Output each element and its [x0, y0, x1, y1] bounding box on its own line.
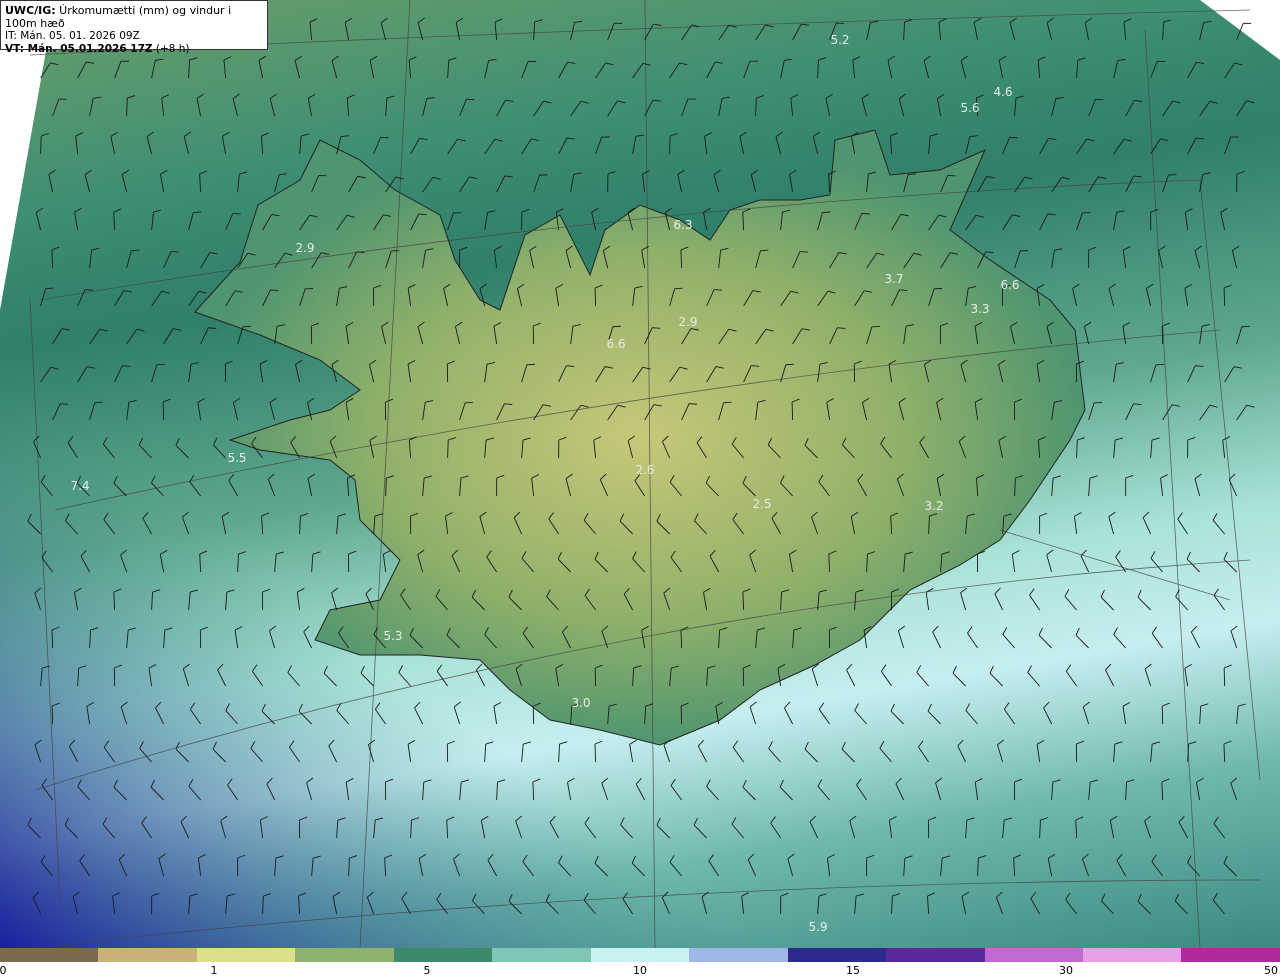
wind-barb	[40, 135, 42, 155]
value-label: 6.3	[673, 218, 693, 232]
colorbar-segment	[295, 948, 394, 962]
wind-barb	[594, 743, 597, 763]
wind-barb	[680, 705, 683, 725]
colorbar-legend: 0 1 5 10 15 30 50	[0, 948, 1280, 978]
value-label: 5.9	[808, 920, 828, 934]
wind-barb-feather	[689, 403, 698, 405]
wind-barb-feather	[714, 289, 723, 291]
value-label: 2.9	[678, 315, 698, 329]
value-label: 2.5	[752, 497, 772, 511]
wind-barb-feather	[170, 251, 179, 253]
title-line-1: UWC/IG: Úrkomumætti (mm) og vindur i 100…	[5, 4, 232, 30]
wind-barb-feather	[760, 249, 769, 252]
value-label: 5.5	[227, 451, 247, 465]
value-label: 3.2	[924, 499, 944, 513]
wind-barb-feather	[674, 287, 683, 290]
colorbar-tick: 1	[210, 964, 218, 977]
weather-map: UWC/IG: Úrkomumætti (mm) og vindur i 100…	[0, 0, 1280, 948]
wind-barb-feather	[723, 401, 732, 404]
colorbar-tick: 50	[1264, 964, 1278, 977]
wind-barb	[162, 401, 165, 421]
wind-barb-feather	[799, 251, 808, 253]
colorbar-segment	[689, 948, 788, 962]
wind-barb	[1223, 287, 1226, 307]
wind-barb	[1223, 667, 1226, 687]
colorbar-tick: 15	[846, 964, 860, 977]
value-label: 7.4	[70, 479, 90, 493]
colorbar-segment	[492, 948, 591, 962]
colorbar-segment	[590, 948, 690, 962]
colorbar-segment	[98, 948, 197, 962]
map-title-box: UWC/IG: Úrkomumætti (mm) og vindur i 100…	[0, 0, 268, 55]
wind-barb	[1076, 439, 1078, 459]
colorbar-segment	[984, 948, 1083, 962]
colorbar-segment	[393, 948, 493, 962]
value-label: 2.9	[295, 241, 315, 255]
wind-barb	[594, 667, 597, 687]
colorbar-segment	[196, 948, 296, 962]
title-line-3: VT: Mán. 05.01.2026 17Z (+8 h)	[5, 43, 190, 55]
wind-barb	[594, 287, 597, 307]
value-label: 2.6	[635, 463, 655, 477]
colorbar-tick: 10	[633, 964, 647, 977]
wind-barb	[755, 97, 757, 117]
wind-barb-feather	[60, 403, 69, 405]
colorbar-segment	[886, 948, 985, 962]
value-label: 6.6	[1000, 278, 1020, 292]
value-label: 4.6	[993, 85, 1013, 99]
colorbar-segment	[1181, 948, 1280, 962]
wind-barb	[791, 401, 794, 421]
colorbar-segment	[787, 948, 887, 962]
value-label: 5.3	[383, 629, 403, 643]
value-label: 6.6	[606, 337, 626, 351]
value-label: 3.0	[571, 696, 591, 710]
colorbar-tick: 0	[0, 964, 7, 977]
wind-barb-feather	[45, 287, 54, 290]
value-label: 5.2	[830, 33, 850, 47]
wind-barb-feather	[84, 289, 94, 291]
value-label: 3.3	[970, 302, 990, 316]
value-label: 5.6	[960, 101, 980, 115]
wind-barb	[447, 439, 449, 459]
colorbar-tick: 5	[423, 964, 431, 977]
wind-barb-feather	[131, 249, 140, 252]
colorbar-strip	[0, 948, 1280, 962]
colorbar-segment	[1082, 948, 1182, 962]
colorbar-segment	[0, 948, 99, 962]
value-label: 3.7	[884, 272, 904, 286]
colorbar-tick: 30	[1059, 964, 1073, 977]
wind-barb-feather	[94, 401, 103, 404]
title-line-2: IT: Mán. 05. 01. 2026 09Z	[5, 30, 140, 42]
